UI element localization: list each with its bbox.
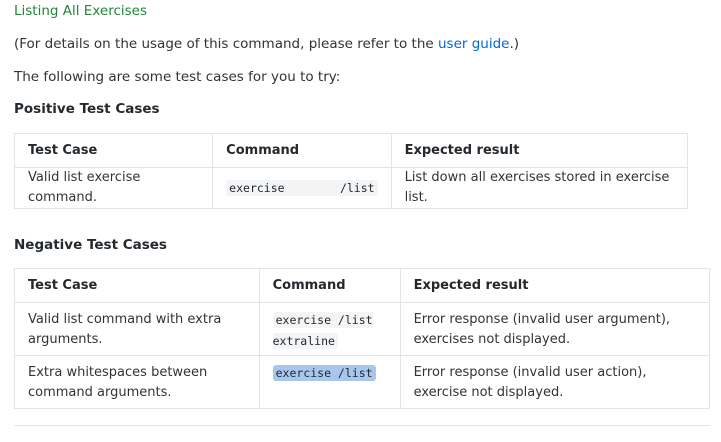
intro-subtitle: The following are some test cases for yo… (14, 69, 341, 85)
horizontal-rule (14, 425, 710, 426)
negative-heading: Negative Test Cases (14, 237, 167, 253)
column-header: Command (212, 133, 392, 168)
positive-heading: Positive Test Cases (14, 101, 160, 117)
column-header: Expected result (390, 133, 689, 168)
table-row: Extra whitespaces between command argume… (14, 355, 711, 409)
expected-result-cell: List down all exercises stored in exerci… (390, 167, 689, 209)
intro-prefix: (For details on the usage of this comman… (14, 36, 438, 52)
column-header: Test Case (14, 268, 260, 303)
table-header-row: Test Case Command Expected result (13, 133, 689, 168)
expected-result-cell: Error response (invalid user action), ex… (399, 355, 711, 409)
intro-suffix: .) (509, 36, 520, 52)
test-case-cell: Valid list exercise command. (13, 167, 214, 209)
command-code: exercise /list (226, 179, 378, 196)
table-row: Valid list exercise command. exercise /l… (13, 167, 689, 209)
section-heading-link[interactable]: Listing All Exercises (14, 3, 147, 19)
user-guide-link[interactable]: user guide (438, 36, 510, 52)
command-cell: exercise /list (212, 167, 392, 209)
expected-result-cell: Error response (invalid user argument), … (399, 302, 711, 356)
intro-paragraph: (For details on the usage of this comman… (14, 36, 519, 52)
table-header-row: Test Case Command Expected result (14, 268, 711, 303)
test-case-cell: Valid list command with extra arguments. (14, 302, 260, 356)
document-page: Listing All Exercises (For details on th… (0, 0, 721, 442)
column-header: Command (258, 268, 401, 303)
command-cell: exercise /list (258, 355, 401, 409)
command-cell: exercise /list extraline (258, 302, 401, 356)
column-header: Test Case (13, 133, 214, 168)
selected-command-code: exercise /list (272, 365, 376, 381)
column-header: Expected result (399, 268, 711, 303)
test-case-cell: Extra whitespaces between command argume… (14, 355, 260, 409)
command-code: exercise /list extraline (272, 312, 373, 349)
table-row: Valid list command with extra arguments.… (14, 302, 711, 356)
positive-test-table: Test Case Command Expected result Valid … (13, 133, 689, 209)
negative-test-table: Test Case Command Expected result Valid … (14, 268, 711, 409)
